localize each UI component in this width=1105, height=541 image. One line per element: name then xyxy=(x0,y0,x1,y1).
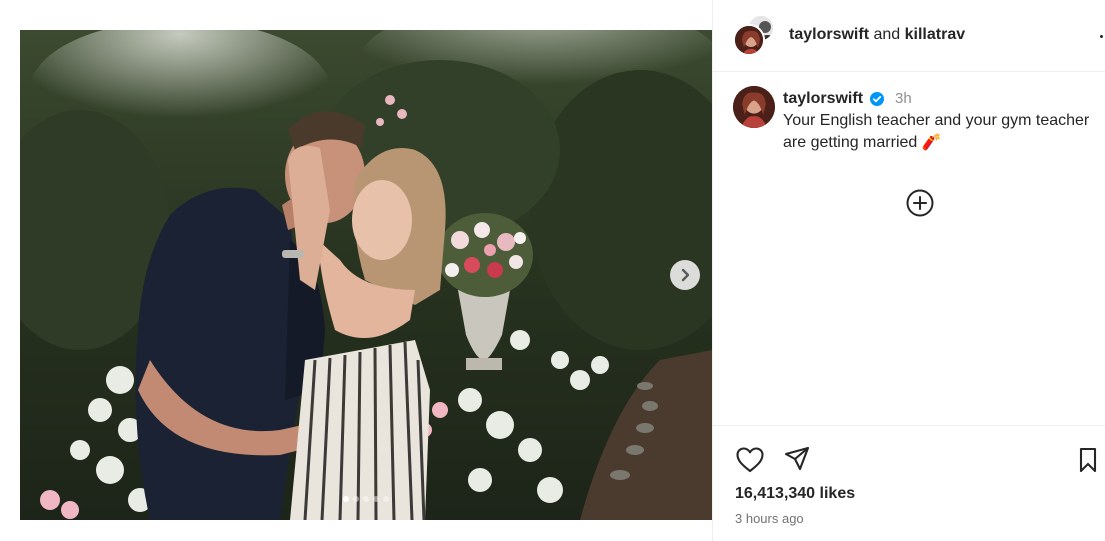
post-actions: 16,413,340 likes 3 hours ago xyxy=(713,425,1105,541)
save-button[interactable] xyxy=(1078,446,1098,474)
chevron-right-icon xyxy=(681,268,690,282)
carousel-indicator xyxy=(20,496,712,502)
post-side-panel: taylorswift and killatrav taylorswift 3h… xyxy=(712,0,1105,541)
like-button[interactable] xyxy=(735,446,765,474)
post-media[interactable] xyxy=(20,30,712,520)
carousel-dot xyxy=(383,496,389,502)
caption-username[interactable]: taylorswift xyxy=(783,88,863,110)
collab-avatars[interactable] xyxy=(733,14,777,56)
avatar-author[interactable] xyxy=(733,24,765,56)
carousel-dot xyxy=(363,496,369,502)
caption-time[interactable]: 3h xyxy=(895,88,912,110)
caption-body: Your English teacher and your gym teache… xyxy=(783,112,1090,151)
plus-circle-icon xyxy=(906,189,934,217)
caption-avatar[interactable] xyxy=(733,86,775,128)
add-comment-button[interactable] xyxy=(905,188,935,218)
collaborator-username[interactable]: killatrav xyxy=(905,26,965,43)
post-timestamp[interactable]: 3 hours ago xyxy=(735,511,804,526)
heart-icon xyxy=(736,447,764,473)
carousel-dot xyxy=(343,496,349,502)
share-button[interactable] xyxy=(783,445,811,473)
carousel-next-button[interactable] xyxy=(670,260,700,290)
post-author-names: taylorswift and killatrav xyxy=(789,26,965,44)
bookmark-icon xyxy=(1079,447,1097,473)
carousel-dot xyxy=(353,496,359,502)
names-joiner: and xyxy=(873,26,901,43)
more-horizontal-icon[interactable] xyxy=(1083,28,1103,44)
send-icon xyxy=(784,446,810,471)
verified-badge-icon xyxy=(870,92,885,106)
post-photo xyxy=(20,30,712,520)
post-header: taylorswift and killatrav xyxy=(713,0,1105,72)
author-username[interactable]: taylorswift xyxy=(789,26,869,43)
caption-text-block: taylorswift 3h Your English teacher and … xyxy=(783,88,1103,154)
likes-count[interactable]: 16,413,340 likes xyxy=(735,485,855,503)
carousel-dot xyxy=(373,496,379,502)
